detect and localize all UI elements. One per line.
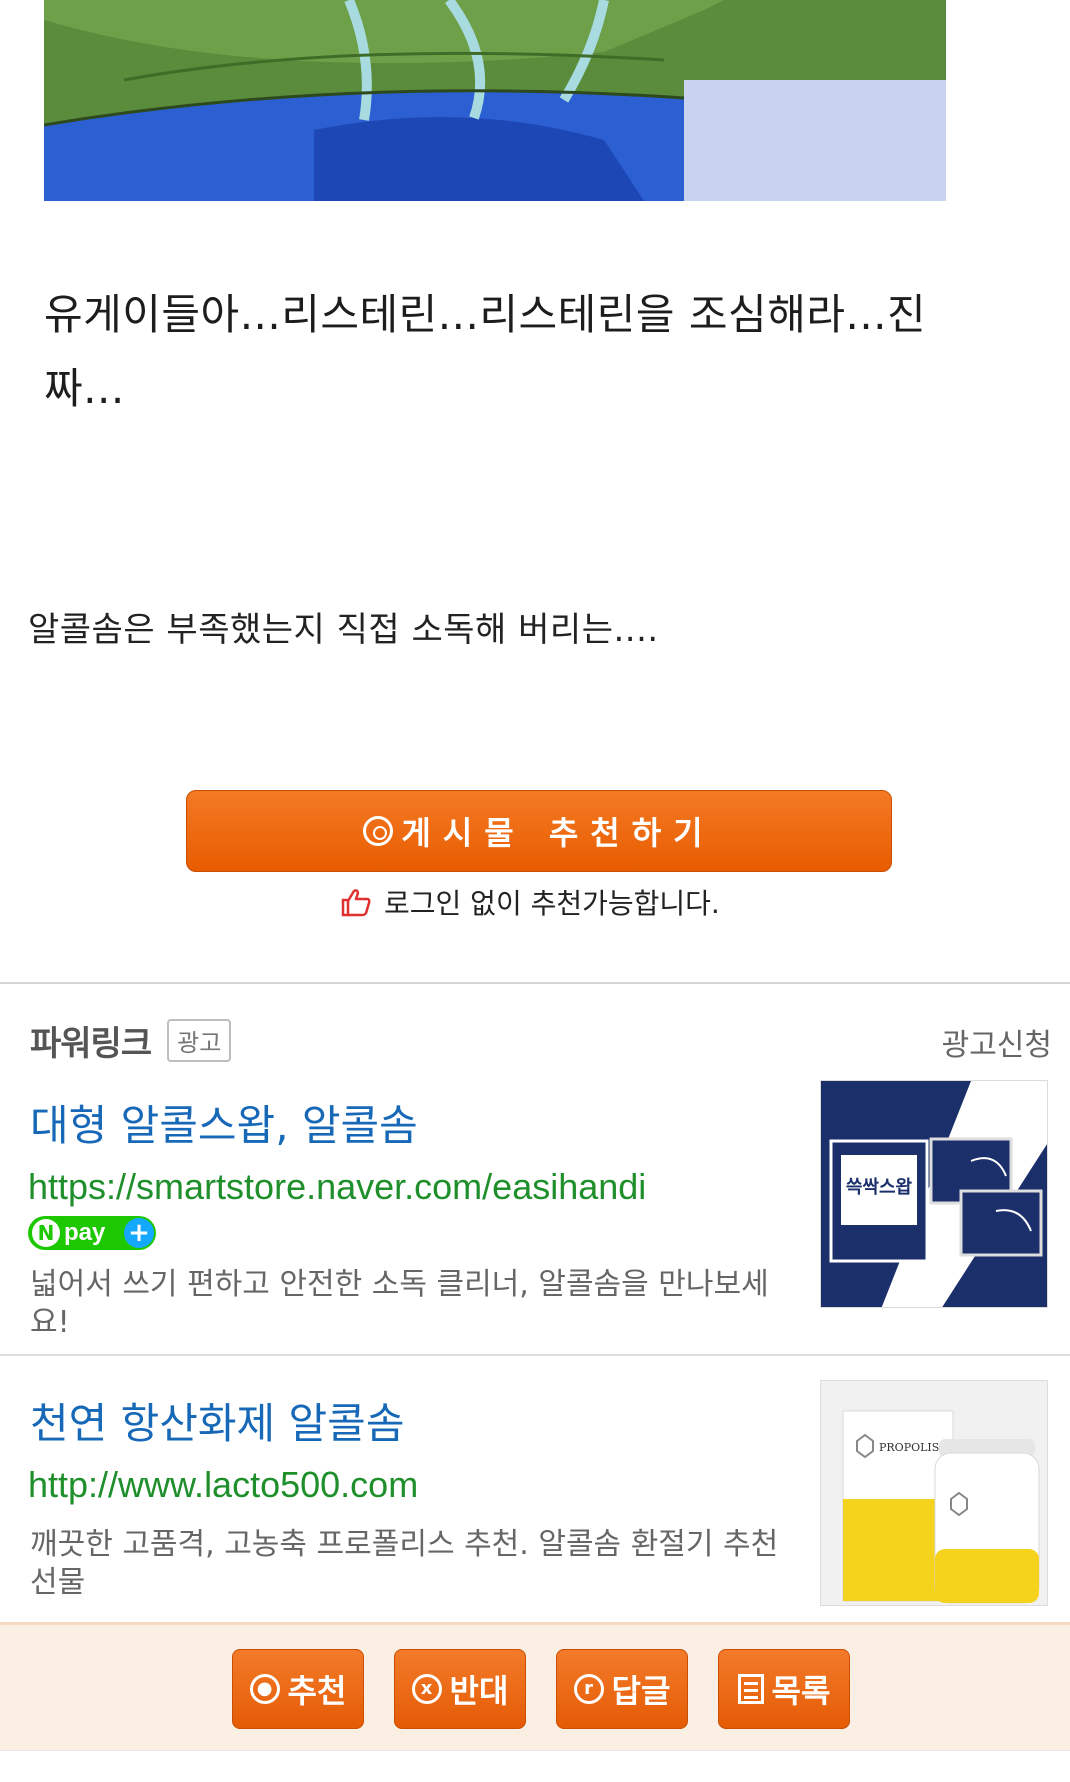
x-circle-icon: x: [411, 1674, 442, 1704]
recommend-post-label: 게시물 추천하기: [401, 814, 715, 852]
npay-label: pay: [64, 1219, 106, 1246]
ad-url[interactable]: http://www.lacto500.com: [28, 1464, 418, 1506]
ad-item[interactable]: 대형 알콜스왑, 알콜솜 https://smartstore.naver.co…: [0, 1080, 1070, 1354]
ad-description: 깨끗한 고품격, 고농축 프로폴리스 추천. 알콜솜 환절기 추천 선물: [30, 1527, 779, 1600]
post-body: 알콜솜은 부족했는지 직접 소독해 버리는....: [28, 610, 659, 650]
reply-label: 답글: [611, 1672, 671, 1710]
thumbs-up-icon: [341, 889, 371, 917]
bottom-action-bar: ● 추천 x 반대 r 답글 목록: [0, 1622, 1070, 1750]
ad-apply-link[interactable]: 광고신청: [942, 1020, 1052, 1064]
list-button[interactable]: 목록: [718, 1649, 850, 1729]
recommend-post-button[interactable]: 게시물 추천하기: [186, 790, 892, 872]
npay-badge: N pay +: [28, 1216, 156, 1250]
plus-icon: +: [124, 1218, 154, 1248]
naver-n-icon: N: [32, 1219, 60, 1247]
list-label: 목록: [771, 1672, 831, 1710]
target-icon: ●: [249, 1674, 280, 1704]
ad-description: 넓어서 쓰기 편하고 안전한 소독 클리너, 알콜솜을 만나보세요!: [30, 1267, 769, 1340]
login-note: 로그인 없이 추천가능합니다.: [340, 880, 720, 924]
ad-thumbnail[interactable]: 쓱싹스왑: [820, 1080, 1048, 1308]
list-icon: [737, 1674, 764, 1704]
ad-url[interactable]: https://smartstore.naver.com/easihandi: [28, 1166, 646, 1208]
ad-item[interactable]: 천연 항산화제 알콜솜 http://www.lacto500.com 깨끗한 …: [0, 1380, 1070, 1620]
recommend-label: 추천: [287, 1672, 347, 1710]
post-image: [44, 0, 946, 201]
ad-thumbnail[interactable]: PROPOLIS: [820, 1380, 1048, 1606]
ad-title[interactable]: 대형 알콜스왑, 알콜솜: [30, 1092, 418, 1153]
ad-title[interactable]: 천연 항산화제 알콜솜: [30, 1390, 404, 1451]
ad-badge: 광고: [167, 1019, 232, 1062]
reply-button[interactable]: r 답글: [556, 1649, 688, 1729]
divider: [0, 982, 1070, 984]
oppose-button[interactable]: x 반대: [394, 1649, 526, 1729]
target-icon: [363, 816, 394, 846]
powerlink-header: 파워링크 광고: [30, 1016, 232, 1065]
recommend-button[interactable]: ● 추천: [232, 1649, 364, 1729]
reply-icon: r: [573, 1674, 604, 1704]
login-note-text: 로그인 없이 추천가능합니다.: [384, 887, 720, 920]
ad-thumb-text: PROPOLIS: [879, 1441, 939, 1454]
ad-thumb-text: 쓱싹스왑: [846, 1177, 913, 1198]
bottom-spacer: [0, 1750, 1070, 1782]
powerlink-title: 파워링크: [30, 1024, 152, 1064]
post-title: 유게이들아...리스테린...리스테린을 조심해라...진짜...: [44, 290, 927, 413]
oppose-label: 반대: [449, 1672, 509, 1710]
divider: [0, 1354, 1070, 1356]
